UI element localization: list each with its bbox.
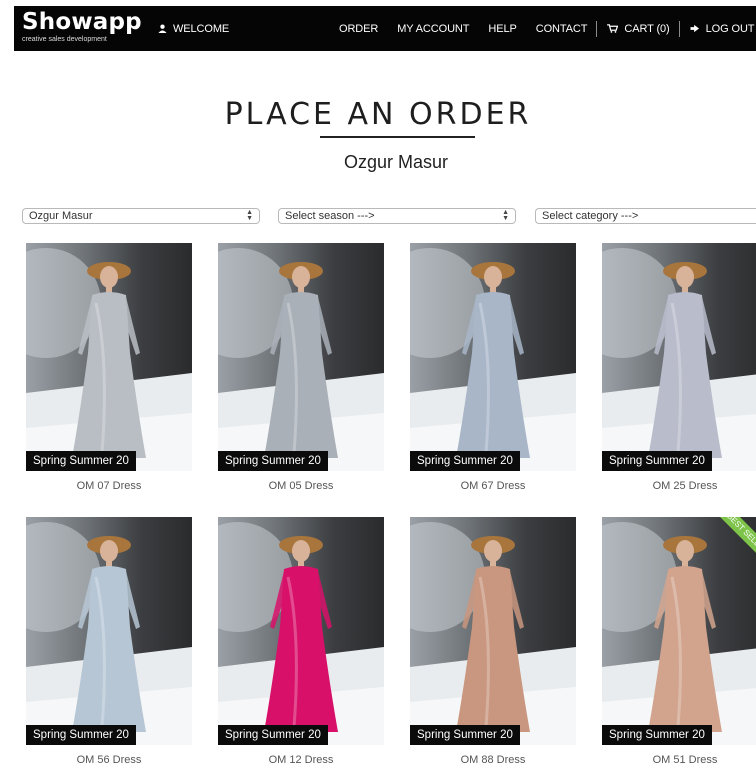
product-photo[interactable]: Spring Summer 20 [218, 517, 384, 745]
season-badge: Spring Summer 20 [602, 725, 712, 745]
season-badge: Spring Summer 20 [602, 451, 712, 471]
season-badge: Spring Summer 20 [410, 451, 520, 471]
model-illustration [410, 248, 576, 471]
cart-icon [607, 24, 619, 33]
showapp-logo[interactable]: Showapp creative sales development [22, 9, 142, 44]
season-badge: Spring Summer 20 [218, 451, 328, 471]
page-title: PLACE AN ORDER [224, 97, 532, 132]
product-photo[interactable]: Spring Summer 20 [410, 517, 576, 745]
category-select-value: Select category ---> [542, 210, 639, 222]
nav-my-account[interactable]: MY ACCOUNT [397, 23, 469, 35]
welcome-link[interactable]: WELCOME [158, 6, 229, 51]
model-illustration [26, 248, 192, 471]
user-icon [158, 24, 167, 33]
brand-select[interactable]: Ozgur Masur ▲ ▼ [22, 208, 260, 224]
nav-contact[interactable]: CONTACT [536, 23, 588, 35]
product-name[interactable]: OM 12 Dress [218, 754, 384, 766]
cart-label: CART (0) [624, 22, 670, 35]
product-photo[interactable]: Spring Summer 20 [218, 243, 384, 471]
product-photo[interactable]: Spring Summer 20 [26, 517, 192, 745]
season-select-value: Select season ---> [285, 210, 375, 222]
product-photo[interactable]: Spring Summer 20 [26, 243, 192, 471]
season-badge: Spring Summer 20 [26, 725, 136, 745]
model-illustration [410, 522, 576, 745]
product-photo[interactable]: Spring Summer 20 [602, 243, 756, 471]
model-illustration [602, 522, 756, 745]
select-arrows-icon: ▲ ▼ [246, 209, 253, 222]
main-nav: ORDER MY ACCOUNT HELP CONTACT CART (0) L… [339, 6, 756, 51]
model-illustration [218, 248, 384, 471]
logo-tagline: creative sales development [22, 36, 107, 43]
product-name[interactable]: OM 25 Dress [602, 480, 756, 492]
product-photo[interactable]: BEST SELLER Spring Summer 20 [602, 517, 756, 745]
product-name[interactable]: OM 07 Dress [26, 480, 192, 492]
nav-order[interactable]: ORDER [339, 23, 378, 35]
model-illustration [218, 522, 384, 745]
nav-logout[interactable]: LOG OUT [690, 23, 755, 35]
nav-divider [678, 20, 680, 37]
logo-name: Showapp [22, 9, 142, 35]
model-illustration [26, 522, 192, 745]
brand-select-value: Ozgur Masur [29, 210, 93, 222]
product-name[interactable]: OM 88 Dress [410, 754, 576, 766]
product-name[interactable]: OM 05 Dress [218, 480, 384, 492]
product-name[interactable]: OM 51 Dress [602, 754, 756, 766]
category-select[interactable]: Select category ---> [535, 208, 756, 224]
nav-cart[interactable]: CART (0) [607, 22, 670, 35]
title-underline [320, 136, 475, 138]
select-arrows-icon: ▲ ▼ [502, 209, 509, 222]
logout-label: LOG OUT [705, 22, 755, 35]
season-badge: Spring Summer 20 [218, 725, 328, 745]
brand-subtitle: Ozgur Masur [343, 152, 449, 172]
welcome-label: WELCOME [173, 22, 230, 35]
logout-icon [690, 24, 699, 33]
product-photo[interactable]: Spring Summer 20 [410, 243, 576, 471]
product-name[interactable]: OM 56 Dress [26, 754, 192, 766]
top-navigation-bar: Showapp creative sales development WELCO… [14, 6, 756, 51]
nav-divider [596, 20, 598, 37]
season-badge: Spring Summer 20 [410, 725, 520, 745]
nav-help[interactable]: HELP [488, 23, 516, 35]
season-badge: Spring Summer 20 [26, 451, 136, 471]
model-illustration [602, 248, 756, 471]
product-name[interactable]: OM 67 Dress [410, 480, 576, 492]
season-select[interactable]: Select season ---> ▲ ▼ [278, 208, 516, 224]
